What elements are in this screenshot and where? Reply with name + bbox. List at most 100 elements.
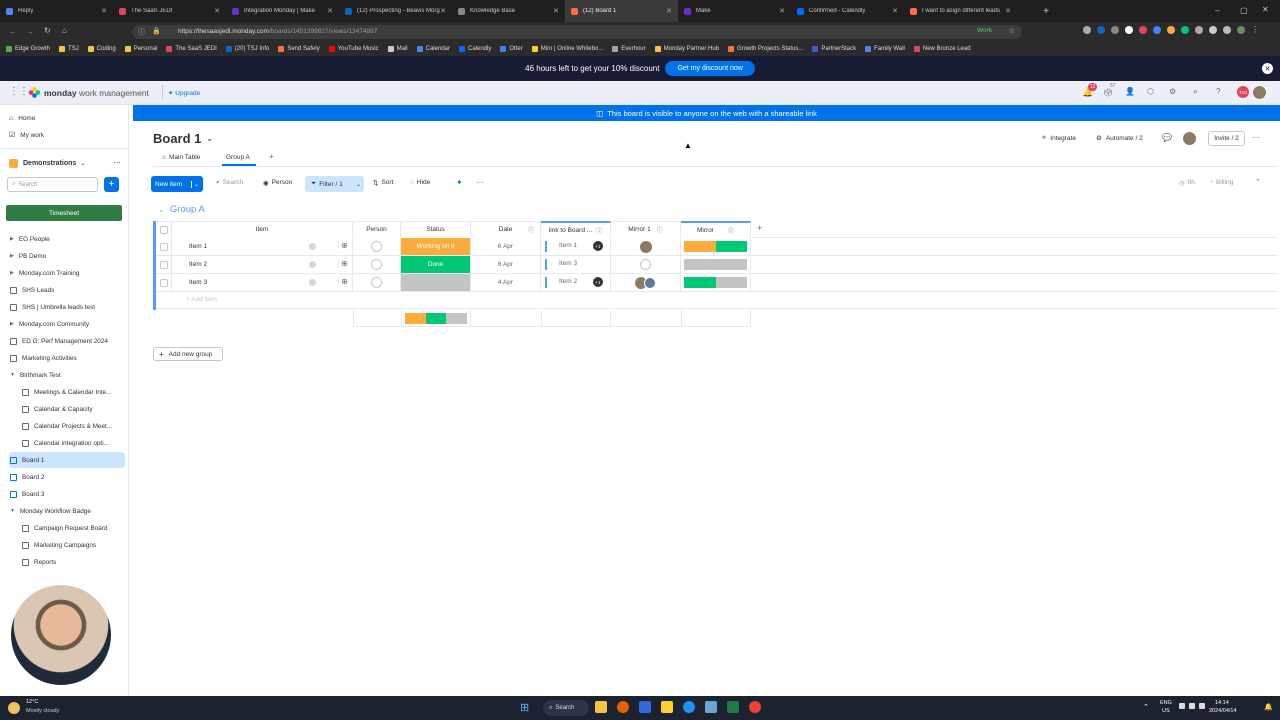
dependency-icon[interactable] <box>309 243 316 250</box>
bookmark-item[interactable]: PartnerStack <box>812 46 856 52</box>
bookmark-item[interactable]: Miro | Online Whitebo... <box>531 46 603 52</box>
excel-icon[interactable] <box>727 701 739 713</box>
bookmark-item[interactable]: Calendar <box>416 46 450 52</box>
board-more-icon[interactable]: ··· <box>1252 133 1260 142</box>
help-icon[interactable]: ? <box>1216 87 1220 96</box>
column-header-link[interactable]: link to Board ... ⓘ <box>541 221 611 237</box>
column-header-mirror-1[interactable]: Mirror 1 ⓘ <box>611 221 681 237</box>
integrate-button[interactable]: ⟡ Integrate <box>1042 134 1076 142</box>
sidebar-item[interactable]: ▼ Monday Workflow Badge <box>9 503 125 519</box>
select-all-checkbox[interactable] <box>159 225 168 234</box>
browser-tab[interactable]: Make ✕ <box>678 0 791 22</box>
reload-icon[interactable]: ↻ <box>44 26 51 35</box>
close-tab-icon[interactable]: ✕ <box>892 7 898 15</box>
close-tab-icon[interactable]: ✕ <box>214 7 220 15</box>
sidebar-item[interactable]: Reports <box>9 554 125 570</box>
tab-main-table[interactable]: ⌂ Main Table <box>162 154 200 161</box>
account-avatar[interactable]: TSJ <box>1237 86 1249 98</box>
invite-button[interactable]: Invite / 2 <box>1208 131 1245 146</box>
ai-assistant-icon[interactable]: ✦ <box>456 178 463 187</box>
new-tab-button[interactable]: + <box>1040 4 1052 18</box>
mirror-cell[interactable] <box>681 256 751 273</box>
sidebar-item[interactable]: Marketing Activities <box>9 350 125 366</box>
info-icon[interactable]: ⓘ <box>528 225 534 234</box>
add-board-button[interactable]: + <box>104 177 119 192</box>
column-header-mirror[interactable]: Mirror ⓘ <box>681 221 751 237</box>
close-tab-icon[interactable]: ✕ <box>666 7 672 15</box>
extension-icon[interactable] <box>1167 26 1175 34</box>
browser-tab[interactable]: The SaaS JEDI ✕ <box>113 0 226 22</box>
info-icon[interactable]: ⓘ <box>596 226 602 235</box>
mirror-1-cell[interactable] <box>611 256 681 273</box>
filter-button[interactable]: ⏷ Filter / 1 ⌄ <box>305 176 364 192</box>
bookmark-item[interactable]: Personal <box>124 46 157 52</box>
dependency-icon[interactable] <box>309 279 316 286</box>
sidebar-item[interactable]: Board 2 <box>9 469 125 485</box>
toolbar-more-icon[interactable]: ··· <box>476 178 484 187</box>
add-view-icon[interactable]: + <box>269 152 274 161</box>
battery-icon[interactable] <box>1199 703 1205 709</box>
extension-icon[interactable] <box>1223 26 1231 34</box>
mirror-1-cell[interactable] <box>611 238 681 255</box>
close-tab-icon[interactable]: ✕ <box>553 7 559 15</box>
firefox-icon[interactable] <box>617 701 629 713</box>
dependency-icon[interactable] <box>309 261 316 268</box>
caret-right-icon[interactable]: ▶ <box>10 253 14 259</box>
close-promo-icon[interactable]: ✕ <box>1262 63 1273 74</box>
status-cell[interactable] <box>401 274 471 291</box>
board-title[interactable]: Board 1 ⌄ <box>153 131 213 146</box>
taskbar-search[interactable]: ⌕ Search <box>543 700 589 716</box>
extension-icon[interactable] <box>1209 26 1217 34</box>
linked-count-badge[interactable]: +1 <box>593 241 603 251</box>
language-label[interactable]: ENG <box>1160 700 1172 706</box>
workspace-selector[interactable]: Demonstrations ⌄ ··· <box>9 155 125 171</box>
user-avatar[interactable] <box>1252 85 1267 100</box>
time-tracking[interactable]: ◷ 0h <box>1179 179 1195 187</box>
sidebar-item[interactable]: ED G: Perf Management 2024 <box>9 333 125 349</box>
automate-button[interactable]: ⚙ Automate / 2 <box>1096 134 1143 143</box>
extension-icon[interactable] <box>1195 26 1203 34</box>
minimize-icon[interactable]: – <box>1215 6 1219 15</box>
item-name-cell[interactable]: Item 1 ⊕ <box>172 238 353 255</box>
close-window-icon[interactable]: ✕ <box>1262 5 1269 14</box>
sidebar-item[interactable]: Marketing Campaigns <box>9 537 125 553</box>
bookmark-item[interactable]: Family Wall <box>865 46 905 52</box>
link-cell[interactable]: Item 3 <box>541 256 611 273</box>
collapse-chevron-icon[interactable]: ⌃ <box>1255 178 1261 186</box>
caret-down-icon[interactable]: ▼ <box>10 372 15 378</box>
bookmark-item[interactable]: The SaaS JEDI <box>166 46 217 52</box>
timesheet-button[interactable]: Timesheet <box>6 205 122 221</box>
wifi-icon[interactable] <box>1179 703 1185 709</box>
browser-icon[interactable] <box>683 701 695 713</box>
mirror-1-cell[interactable] <box>611 274 681 291</box>
browser-tab[interactable]: I want to asign different leads ✕ <box>904 0 1017 22</box>
tab-group-a[interactable]: Group A <box>226 154 250 161</box>
integrations-icon[interactable]: ⬡ <box>1147 87 1154 96</box>
browser-tab[interactable]: Integration Monday | Make ✕ <box>226 0 339 22</box>
caret-right-icon[interactable]: ▶ <box>10 236 14 242</box>
new-item-button[interactable]: New item ⌄ <box>151 176 203 192</box>
sidebar-item[interactable]: ▶ Monday.com Training <box>9 265 125 281</box>
close-tab-icon[interactable]: ✕ <box>327 7 333 15</box>
sidebar-item-home[interactable]: ⌂ Home <box>9 110 125 126</box>
add-update-icon[interactable]: ⊕ <box>338 241 350 250</box>
billing-button[interactable]: ◔ Billing <box>1209 179 1233 186</box>
sidebar-item[interactable]: Meetings & Calendar Inte... <box>9 384 125 400</box>
linked-item[interactable]: Item 1 <box>559 242 577 249</box>
forward-icon[interactable]: → <box>26 27 34 36</box>
sidebar-item[interactable]: Calendar integration opti... <box>9 435 125 451</box>
person-cell[interactable] <box>353 256 401 273</box>
weather-desc[interactable]: Mostly cloudy <box>26 708 59 714</box>
bookmark-item[interactable]: Monday Partner Hub <box>654 46 719 52</box>
extension-icon[interactable] <box>1181 26 1189 34</box>
info-icon[interactable]: ⓘ <box>138 27 145 37</box>
column-header-status[interactable]: Status <box>401 221 471 237</box>
bookmark-item[interactable]: YouTube Music <box>328 46 379 52</box>
sidebar-item[interactable]: SHS Leads <box>9 282 125 298</box>
bookmark-item[interactable]: TSJ <box>59 46 79 52</box>
bookmark-item[interactable]: Growth Projects Status... <box>728 46 803 52</box>
vscode-icon[interactable] <box>705 701 717 713</box>
add-item-row[interactable]: + Add item <box>156 292 1278 309</box>
sidebar-item[interactable]: Calendar Projects & Meet... <box>9 418 125 434</box>
invite-members-icon[interactable]: 👤 <box>1125 87 1135 96</box>
